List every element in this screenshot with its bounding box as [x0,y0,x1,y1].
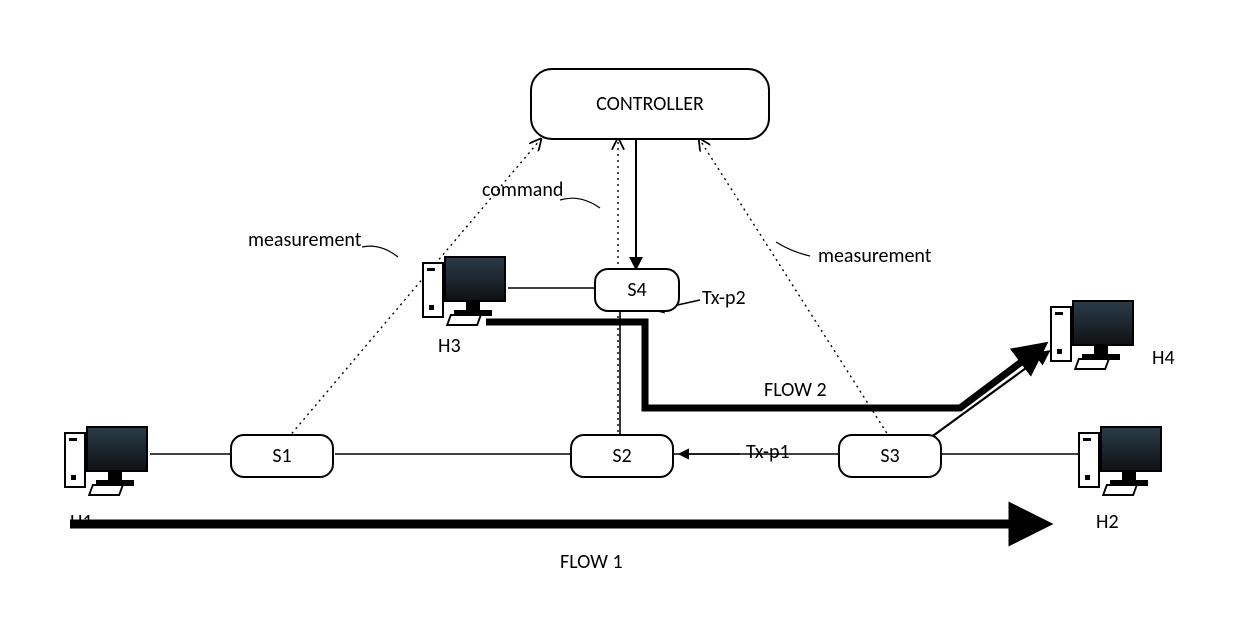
switch-s4: S4 [594,268,680,312]
label-measurement-left: measurement [248,228,361,252]
label-command: command [482,178,563,202]
computer-icon-h4 [1050,300,1136,364]
label-txp1: Tx-p1 [746,440,790,464]
computer-icon-h1 [64,426,150,490]
label-measurement-right: measurement [818,244,931,268]
switch-s4-label: S4 [627,278,646,302]
callout-measurement-right [776,242,810,256]
switch-s2: S2 [570,434,674,478]
computer-icon-h3 [422,256,508,320]
label-h3: H3 [438,334,461,358]
label-flow2: FLOW 2 [764,378,827,402]
label-flow1: FLOW 1 [560,550,623,574]
label-h2: H2 [1096,510,1119,534]
switch-s1: S1 [230,434,334,478]
controller-label: CONTROLLER [596,92,704,116]
computer-icon-h2 [1078,426,1164,490]
flow2-path [486,322,1040,408]
label-h4: H4 [1152,346,1175,370]
label-txp2: Tx-p2 [702,286,746,310]
label-h1: H1 [70,510,93,534]
controller-node: CONTROLLER [530,68,770,140]
switch-s3-label: S3 [880,444,899,468]
link-s3-h4 [930,352,1048,438]
switch-s1-label: S1 [272,444,291,468]
callout-measurement-left [362,246,398,257]
switch-s3: S3 [838,434,942,478]
switch-s2-label: S2 [612,444,631,468]
callout-command [560,198,600,208]
